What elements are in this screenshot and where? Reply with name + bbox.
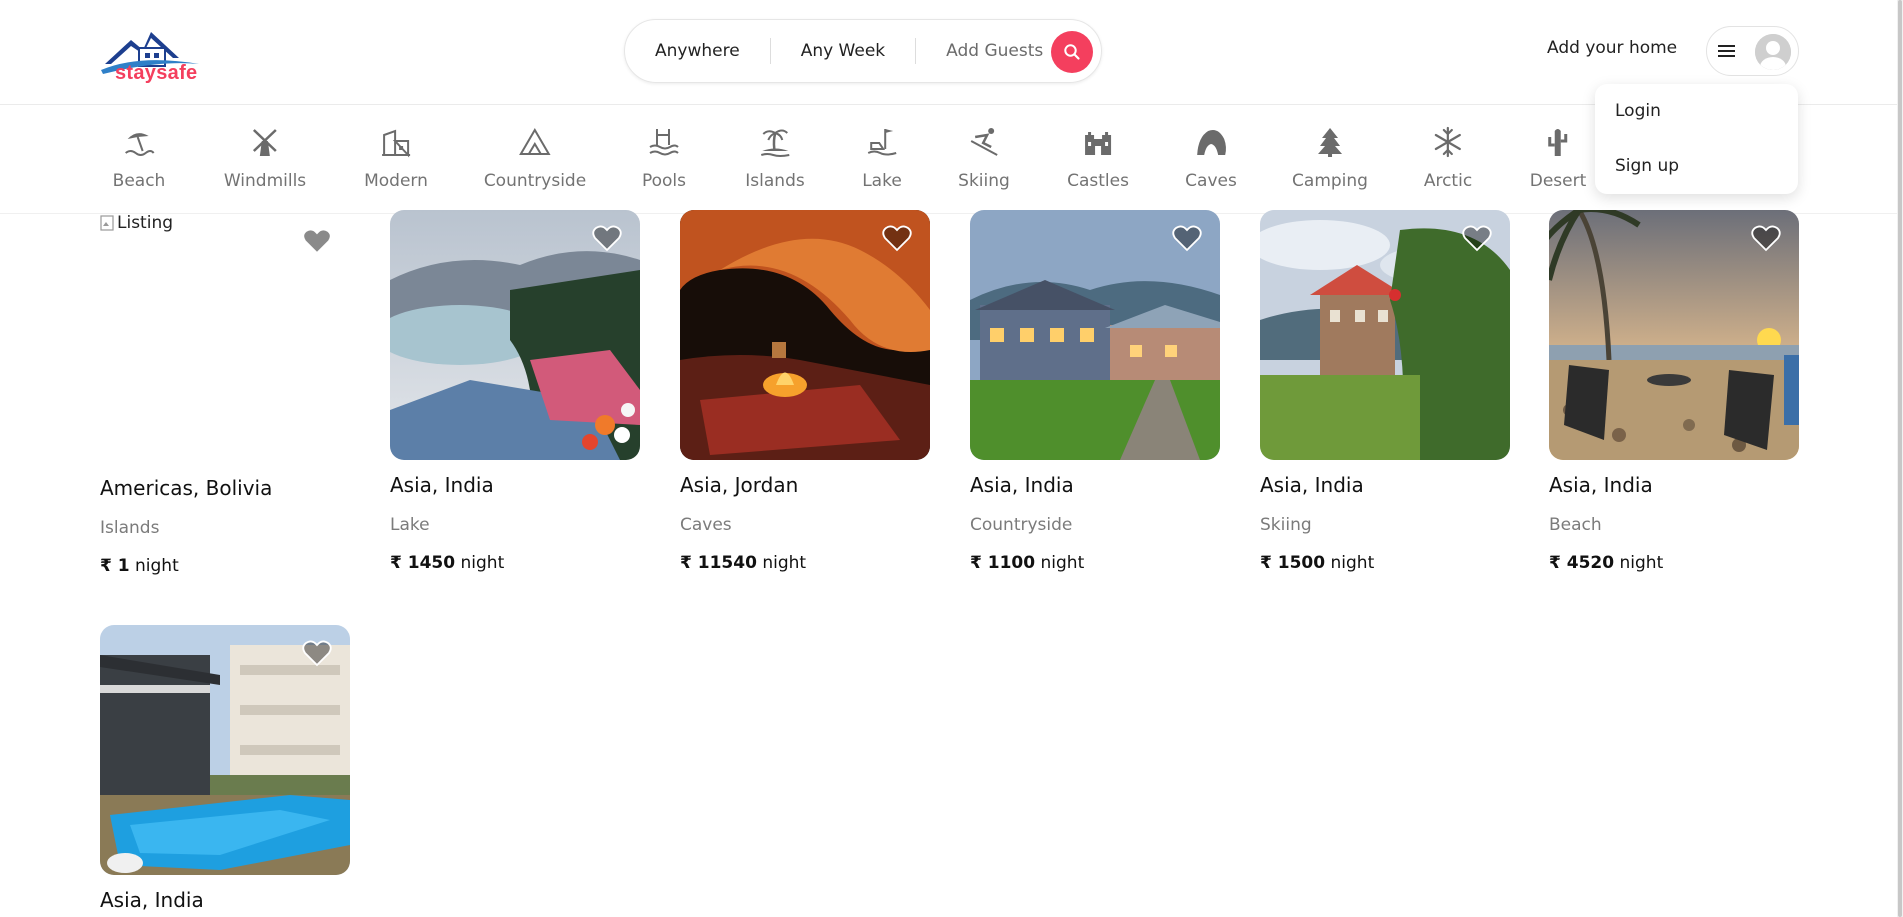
category-label: Caves — [1185, 171, 1237, 191]
category-label: Desert — [1529, 171, 1587, 191]
listing-card[interactable]: Asia, India Lake ₹ 1450 night — [390, 210, 640, 573]
category-label: Pools — [641, 171, 687, 191]
broken-image-icon — [100, 215, 114, 231]
search-guests[interactable]: Add Guests — [915, 38, 1057, 64]
category-lake[interactable]: Lake — [862, 125, 902, 191]
signup-menu-item[interactable]: Sign up — [1615, 156, 1679, 176]
listing-price: ₹ 1450 night — [390, 553, 505, 573]
pool-icon — [649, 129, 679, 156]
favorite-heart-icon[interactable] — [1172, 224, 1202, 252]
category-beach[interactable]: Beach — [112, 125, 166, 191]
listing-category: Caves — [680, 515, 732, 535]
category-label: Windmills — [223, 171, 307, 191]
user-menu-button[interactable] — [1706, 26, 1799, 76]
favorite-heart-icon[interactable] — [1462, 224, 1492, 252]
listing-location: Asia, India — [390, 473, 494, 497]
cactus-icon — [1548, 129, 1568, 156]
user-dropdown-menu: Login Sign up — [1595, 84, 1798, 194]
listing-image[interactable] — [1260, 210, 1510, 460]
listing-location: Americas, Bolivia — [100, 476, 273, 500]
favorite-heart-icon[interactable] — [1751, 224, 1781, 252]
add-your-home-link[interactable]: Add your home — [1547, 38, 1677, 58]
listing-image[interactable] — [390, 210, 640, 460]
listing-category: Beach — [1549, 515, 1602, 535]
listing-card[interactable]: Asia, India Skiing ₹ 1500 night — [1260, 210, 1510, 573]
listing-price: ₹ 1100 night — [970, 553, 1085, 573]
listing-image[interactable] — [100, 625, 350, 875]
listing-location: Asia, India — [1549, 473, 1653, 497]
favorite-heart-icon[interactable] — [302, 639, 332, 667]
listing-category: Lake — [390, 515, 430, 535]
scrollbar-thumb[interactable] — [1898, 0, 1902, 917]
category-label: Lake — [862, 171, 902, 191]
listing-location: Asia, India — [1260, 473, 1364, 497]
category-label: Islands — [745, 171, 805, 191]
broken-image-alt: Listing — [100, 213, 173, 233]
category-skiing[interactable]: Skiing — [958, 125, 1010, 191]
page-scrollbar[interactable] — [1897, 0, 1903, 917]
snowflake-icon — [1434, 126, 1462, 158]
category-camping[interactable]: Camping — [1292, 125, 1368, 191]
search-bar[interactable]: Anywhere Any Week Add Guests — [624, 19, 1102, 83]
listing-category: Islands — [100, 518, 160, 538]
category-label: Modern — [364, 171, 428, 191]
search-icon — [1064, 44, 1080, 60]
search-when[interactable]: Any Week — [769, 38, 915, 64]
listing-image[interactable] — [970, 210, 1220, 460]
lake-icon — [867, 129, 897, 156]
listing-location: Asia, India — [100, 888, 204, 912]
category-windmills[interactable]: Windmills — [224, 125, 306, 191]
listing-card[interactable]: Asia, India Beach ₹ 4520 night — [1549, 210, 1799, 573]
listing-card[interactable]: Asia, India — [100, 625, 350, 912]
skiing-icon — [970, 128, 998, 156]
listing-image[interactable]: Listing — [100, 213, 350, 463]
windmill-icon — [253, 129, 277, 156]
listing-price: ₹ 1 night — [100, 556, 179, 576]
listing-price: ₹ 4520 night — [1549, 553, 1664, 573]
search-where[interactable]: Anywhere — [625, 38, 770, 64]
beach-icon — [125, 133, 155, 156]
category-desert[interactable]: Desert — [1529, 125, 1587, 191]
castle-icon — [1084, 132, 1111, 155]
listing-card[interactable]: Listing Americas, Bolivia Islands ₹ 1 ni… — [100, 213, 350, 576]
category-label: Camping — [1292, 171, 1368, 191]
category-caves[interactable]: Caves — [1185, 125, 1237, 191]
category-label: Skiing — [958, 171, 1010, 191]
camping-icon — [1318, 128, 1342, 157]
listing-category: Skiing — [1260, 515, 1312, 535]
listing-price: ₹ 11540 night — [680, 553, 807, 573]
category-label: Countryside — [483, 171, 587, 191]
favorite-heart-icon[interactable] — [882, 224, 912, 252]
user-avatar-icon — [1755, 34, 1791, 70]
category-label: Castles — [1067, 171, 1129, 191]
listing-category: Countryside — [970, 515, 1073, 535]
listing-card[interactable]: Asia, India Countryside ₹ 1100 night — [970, 210, 1220, 573]
listing-image[interactable] — [1549, 210, 1799, 460]
listing-card[interactable]: Asia, Jordan Caves ₹ 11540 night — [680, 210, 930, 573]
listing-price: ₹ 1500 night — [1260, 553, 1375, 573]
hamburger-menu-icon — [1718, 45, 1735, 57]
listing-location: Asia, Jordan — [680, 473, 799, 497]
category-castles[interactable]: Castles — [1067, 125, 1129, 191]
category-label: Beach — [112, 171, 166, 191]
mountain-icon — [519, 128, 551, 155]
category-modern[interactable]: Modern — [364, 125, 428, 191]
avatar — [1755, 34, 1791, 70]
brand-name: staysafe — [115, 62, 198, 84]
cave-icon — [1196, 130, 1226, 155]
login-menu-item[interactable]: Login — [1615, 101, 1661, 121]
category-pools[interactable]: Pools — [642, 125, 686, 191]
category-label: Arctic — [1423, 171, 1473, 191]
category-arctic[interactable]: Arctic — [1424, 125, 1472, 191]
search-button[interactable] — [1051, 31, 1093, 73]
modern-building-icon — [381, 129, 410, 158]
favorite-heart-icon[interactable] — [302, 227, 332, 255]
listing-image[interactable] — [680, 210, 930, 460]
favorite-heart-icon[interactable] — [592, 224, 622, 252]
category-countryside[interactable]: Countryside — [484, 125, 586, 191]
listing-location: Asia, India — [970, 473, 1074, 497]
category-islands[interactable]: Islands — [745, 125, 805, 191]
island-icon — [760, 129, 790, 157]
